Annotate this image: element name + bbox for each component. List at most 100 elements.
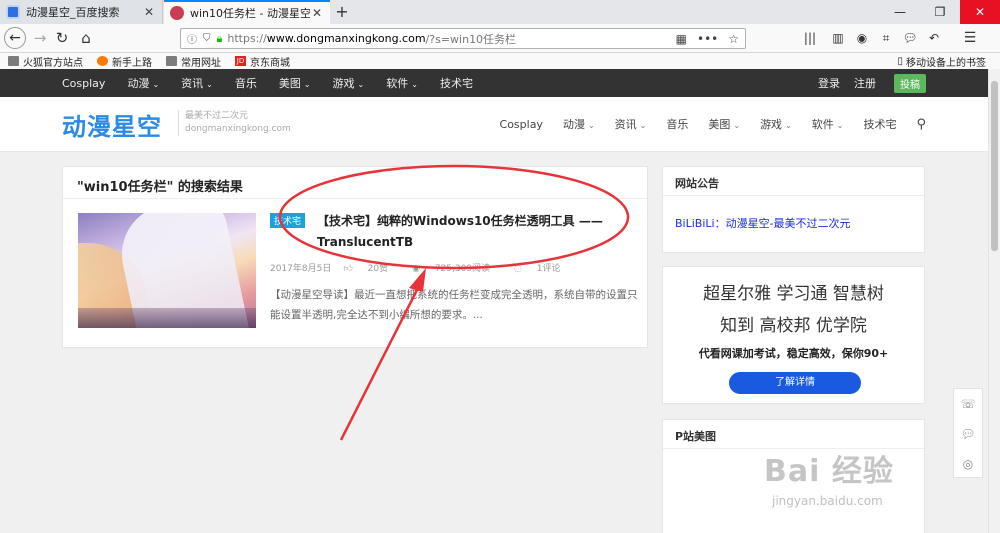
chevron-down-icon: ⌄	[206, 80, 213, 89]
home-icon: ⌂	[81, 29, 91, 47]
site-logo[interactable]: 动漫星空	[62, 107, 162, 142]
reload-icon: ↻	[55, 29, 69, 47]
post-comments: ◌ 1评论	[514, 264, 561, 274]
shield-icon[interactable]: ⛉	[203, 33, 211, 44]
watermark-domain: jingyan.baidu.com	[772, 494, 883, 508]
baidu-paw-icon	[6, 5, 20, 19]
restore-button[interactable]: ❐	[920, 0, 960, 24]
browser-nav-bar: ← → ↻ ⌂ ⓘ ⛉ 🔒︎ https://www.dongmanxingko…	[0, 24, 1000, 53]
tab-dongmanxingkong[interactable]: win10任务栏 - 动漫星空 ✕	[164, 0, 330, 24]
browser-tab-bar: 动漫星空_百度搜索 ✕ win10任务栏 - 动漫星空 ✕ + — ❐ ✕	[0, 0, 1000, 24]
post-category-tag[interactable]: 技术宅	[270, 213, 306, 228]
site-header: 动漫星空 最美不过二次元 dongmanxingkong.com Cosplay…	[0, 97, 988, 152]
page-scrollbar[interactable]	[988, 69, 1000, 533]
sidebar-icon: ▥	[832, 31, 844, 45]
close-tab-icon[interactable]: ✕	[142, 5, 156, 19]
post-meta: 2017年8月5日 👍︎ 20赞 ◉ 725,309阅读 ◌ 1评论	[270, 261, 584, 274]
jd-icon: JD	[235, 56, 246, 66]
reload-button[interactable]: ↻	[52, 28, 72, 48]
post-views: ◉ 725,309阅读	[412, 264, 491, 274]
login-link[interactable]: 登录	[818, 75, 840, 91]
post-date: 2017年8月5日	[270, 264, 332, 274]
post-title-link[interactable]: 【技术宅】纯粹的Windows10任务栏透明工具 —— TranslucentT…	[317, 211, 637, 253]
folder-icon	[8, 56, 19, 66]
mobile-device-icon: ▯	[897, 55, 903, 67]
nav-software[interactable]: 软件 ⌄	[812, 116, 844, 132]
nav-games[interactable]: 游戏 ⌄	[760, 116, 792, 132]
sidebar-button[interactable]: ▥	[828, 28, 848, 48]
topnav-music[interactable]: 音乐	[235, 75, 257, 91]
divider	[663, 195, 924, 196]
lock-icon[interactable]: 🔒︎	[217, 32, 223, 46]
learn-more-button[interactable]: 了解详情	[729, 372, 861, 394]
window-close-button[interactable]: ✕	[960, 0, 1000, 24]
chevron-down-icon: ⌄	[411, 80, 418, 89]
phone-icon: ☏	[960, 397, 976, 411]
topnav-gallery[interactable]: 美图 ⌄	[279, 75, 311, 91]
ad-line-1: 超星尔雅 学习通 智慧树	[703, 284, 884, 304]
minimize-button[interactable]: —	[880, 0, 920, 24]
nav-tech[interactable]: 技术宅	[863, 116, 896, 132]
menu-button[interactable]: ☰	[960, 28, 980, 48]
post-thumbnail[interactable]	[78, 213, 256, 328]
chevron-down-icon: ⌄	[303, 80, 311, 89]
bookmark-jd-mall[interactable]: JD 京东商城	[235, 54, 290, 69]
tab-title: 动漫星空_百度搜索	[26, 6, 120, 19]
topnav-tech[interactable]: 技术宅	[440, 75, 473, 91]
info-icon[interactable]: ⓘ	[187, 31, 197, 46]
wechat-button[interactable]: 💬︎	[954, 419, 982, 449]
tab-baidu-search[interactable]: 动漫星空_百度搜索 ✕	[0, 0, 163, 24]
post-likes: 👍︎ 20赞	[343, 264, 389, 274]
nav-anime[interactable]: 动漫 ⌄	[563, 116, 595, 132]
nav-cosplay[interactable]: Cosplay	[500, 118, 543, 131]
bookmark-getting-started[interactable]: 新手上路	[97, 54, 152, 69]
topnav-cosplay[interactable]: Cosplay	[62, 77, 105, 90]
topnav-software[interactable]: 软件 ⌄	[386, 75, 418, 91]
site-top-bar: Cosplay 动漫 ⌄ 资讯 ⌄ 音乐 美图 ⌄ 游戏 ⌄ 软件 ⌄ 技术宅 登录 注册…	[0, 69, 988, 97]
watermark-logo: Bai 经验	[764, 454, 894, 489]
screenshot-button[interactable]: ⌗	[876, 28, 896, 48]
back-button[interactable]: ←	[4, 27, 26, 49]
more-actions-icon[interactable]: •••	[697, 32, 718, 46]
submit-post-button[interactable]: 投稿	[894, 74, 926, 93]
scrollbar-thumb[interactable]	[991, 81, 998, 251]
topnav-games[interactable]: 游戏 ⌄	[333, 75, 365, 91]
bookmark-firefox-official[interactable]: 火狐官方站点	[8, 54, 83, 69]
chevron-down-icon: ⌄	[152, 80, 160, 89]
undo-button[interactable]: ↶	[924, 28, 944, 48]
bookmark-mobile-devices[interactable]: ▯ 移动设备上的书签	[897, 54, 986, 69]
notice-widget: 网站公告 BiLiBiLi：动漫星空-最美不过二次元	[662, 166, 925, 253]
speech-bubble-icon: 💬︎	[902, 31, 918, 45]
forward-button[interactable]: →	[30, 28, 50, 48]
weibo-icon: ◎	[962, 457, 974, 471]
phone-button[interactable]: ☏	[954, 389, 982, 419]
baidu-jingyan-watermark: Bai 经验 jingyan.baidu.com	[764, 446, 964, 516]
qr-code-icon[interactable]: ▦	[676, 32, 687, 46]
url-path: /?s=win10任务栏	[425, 32, 517, 46]
notice-link[interactable]: BiLiBiLi：动漫星空-最美不过二次元	[675, 215, 851, 231]
nav-gallery[interactable]: 美图 ⌄	[708, 116, 740, 132]
library-icon: |||	[803, 31, 817, 45]
search-icon[interactable]: ⚲	[916, 117, 926, 132]
address-bar[interactable]: ⓘ ⛉ 🔒︎ https://www.dongmanxingkong.com/?…	[180, 28, 746, 49]
bookmark-star-icon[interactable]: ☆	[728, 32, 739, 46]
url-protocol: https://	[227, 32, 267, 45]
close-tab-icon[interactable]: ✕	[310, 6, 324, 20]
topnav-news[interactable]: 资讯 ⌄	[181, 75, 213, 91]
library-button[interactable]: |||	[800, 28, 820, 48]
bookmark-common-sites[interactable]: 常用网址	[166, 54, 221, 69]
site-slogan: 最美不过二次元 dongmanxingkong.com	[178, 110, 291, 136]
register-link[interactable]: 注册	[854, 75, 876, 91]
nav-news[interactable]: 资讯 ⌄	[615, 116, 647, 132]
account-button[interactable]: ◉	[852, 28, 872, 48]
nav-music[interactable]: 音乐	[666, 116, 688, 132]
thumbs-up-icon: 👍︎	[343, 264, 356, 274]
divider	[63, 198, 647, 199]
crop-icon: ⌗	[882, 30, 890, 45]
chat-button[interactable]: 💬︎	[900, 28, 920, 48]
topnav-anime[interactable]: 动漫 ⌄	[127, 75, 159, 91]
chevron-down-icon: ⌄	[639, 121, 647, 130]
home-button[interactable]: ⌂	[76, 28, 96, 48]
new-tab-button[interactable]: +	[333, 2, 351, 22]
chevron-down-icon: ⌄	[357, 80, 365, 89]
